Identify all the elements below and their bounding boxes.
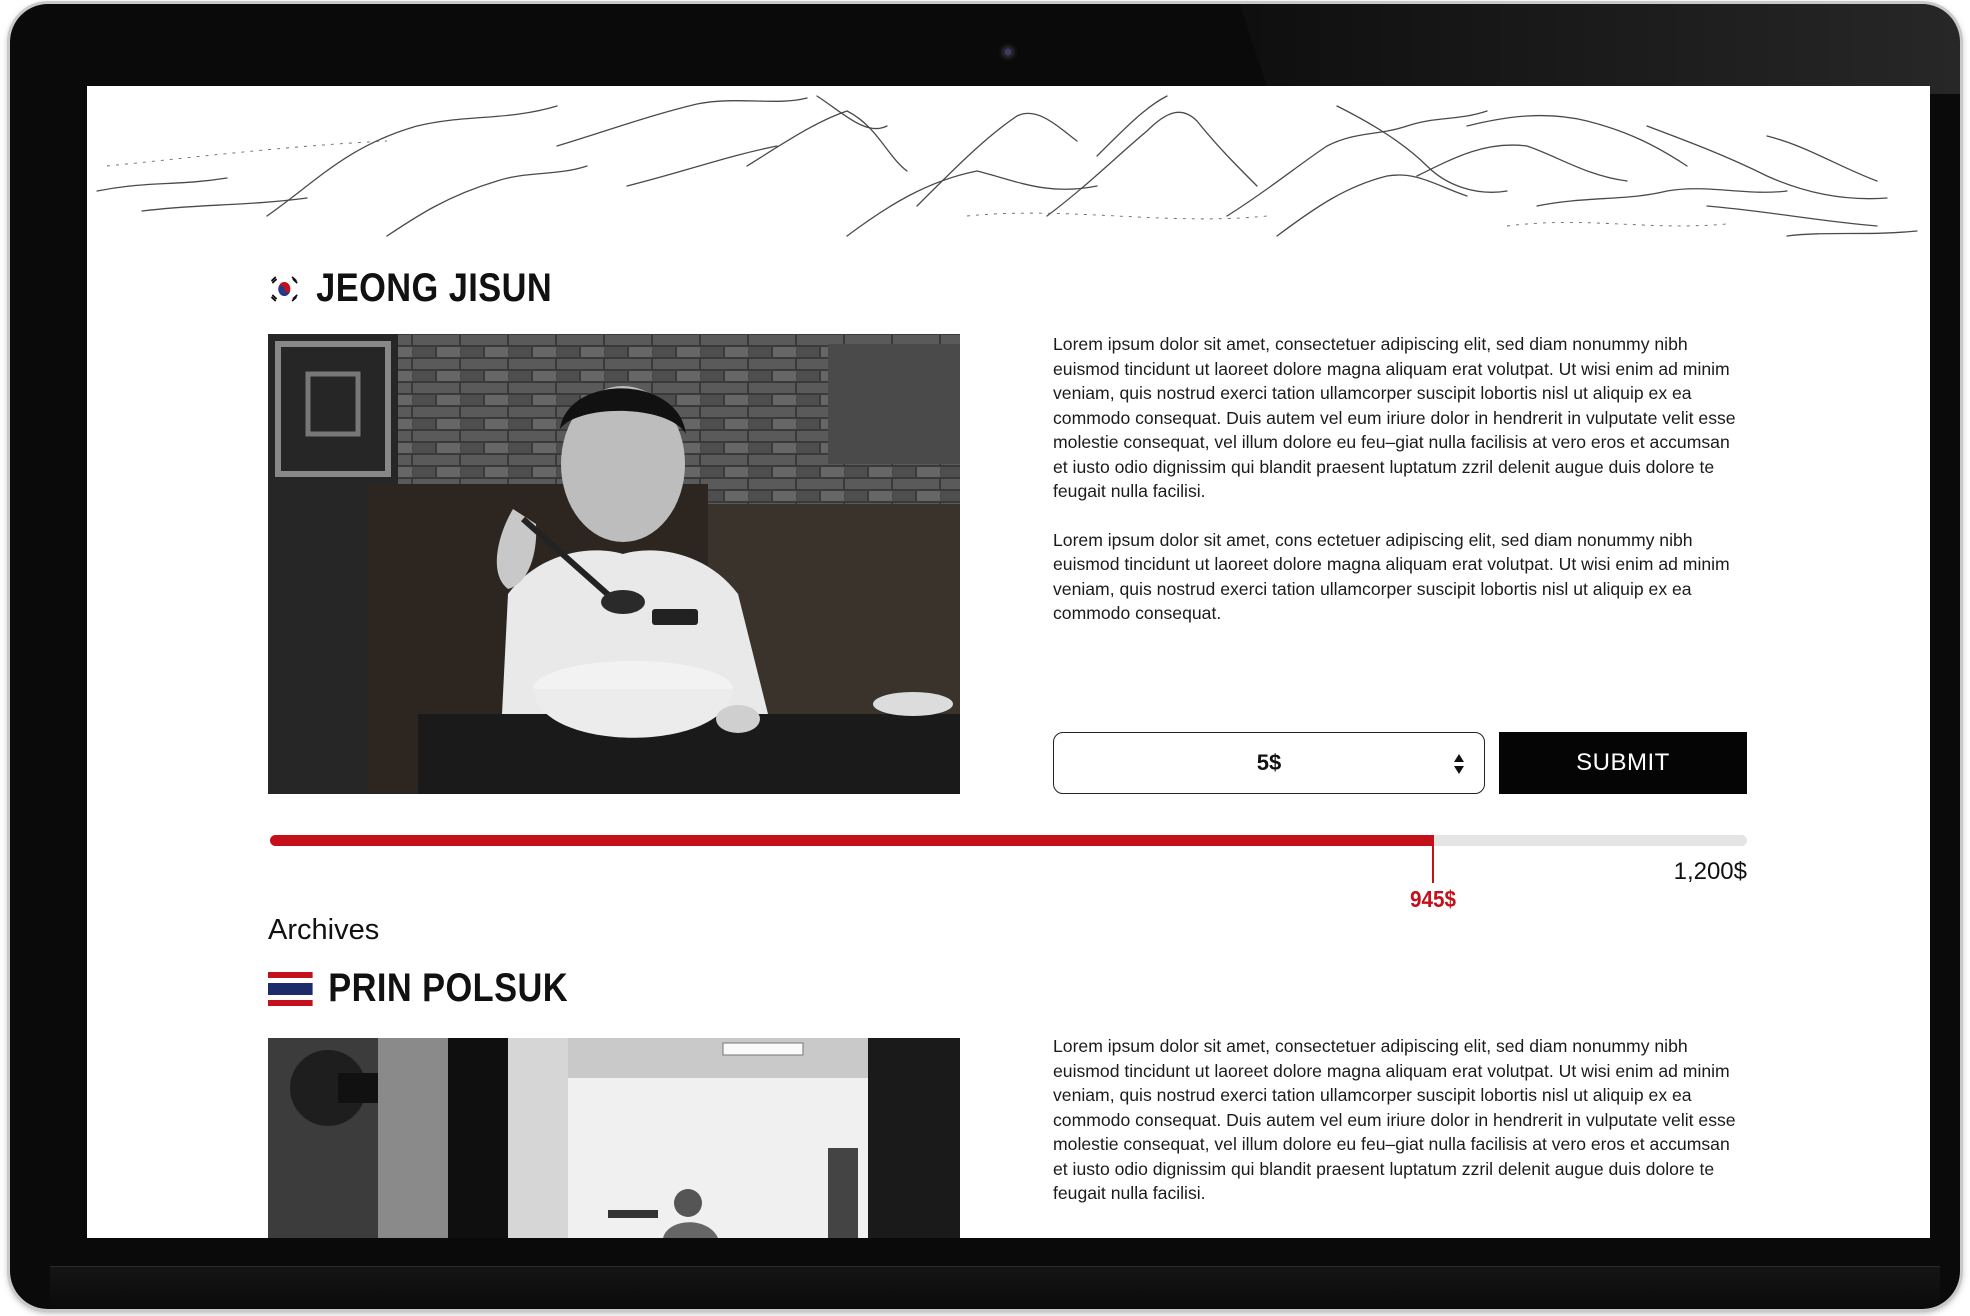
web-page: JEONG JISUN Lorem ipsum dolor sit amet, …	[87, 86, 1930, 1238]
laptop-bottom-edge	[50, 1266, 1940, 1307]
archive-entry-name: PRIN POLSUK	[328, 966, 569, 1010]
archive-entry-bio: Lorem ipsum dolor sit amet, consectetuer…	[1053, 1034, 1743, 1206]
webcam-icon	[999, 43, 1017, 61]
up-down-arrows-icon[interactable]	[1452, 751, 1466, 777]
bio-paragraph: Lorem ipsum dolor sit amet, consectetuer…	[1053, 1036, 1736, 1203]
archives-heading: Archives	[268, 914, 380, 946]
selected-amount: 5$	[1256, 750, 1282, 775]
south-korea-flag-icon	[270, 275, 298, 302]
entry-bio: Lorem ipsum dolor sit amet, consectetuer…	[1053, 332, 1743, 626]
bezel-reflection	[1240, 4, 1960, 94]
thailand-flag-icon	[268, 971, 313, 1006]
archive-photo	[268, 1038, 960, 1238]
progress-fill	[270, 835, 1433, 846]
entry-title: JEONG JISUN	[268, 266, 552, 311]
entry-name: JEONG JISUN	[316, 266, 553, 310]
bio-paragraph: Lorem ipsum dolor sit amet, cons ectetue…	[1053, 529, 1730, 624]
donation-amount-select[interactable]: 5$	[1053, 732, 1485, 794]
goal-amount: 1,200$	[1673, 858, 1747, 885]
chef-photo	[268, 334, 960, 794]
laptop-bezel: JEONG JISUN Lorem ipsum dolor sit amet, …	[10, 4, 1960, 1309]
bio-paragraph: Lorem ipsum dolor sit amet, consectetuer…	[1053, 334, 1736, 501]
progress-marker	[1432, 835, 1434, 883]
donation-progress-bar	[270, 835, 1747, 846]
raised-amount: 945$	[1409, 886, 1457, 912]
submit-button[interactable]: SUBMIT	[1499, 732, 1747, 794]
laptop-mockup: JEONG JISUN Lorem ipsum dolor sit amet, …	[0, 0, 1970, 1316]
archive-entry-title: PRIN POLSUK	[268, 966, 568, 1011]
mountain-sketch-banner	[96, 95, 1918, 237]
